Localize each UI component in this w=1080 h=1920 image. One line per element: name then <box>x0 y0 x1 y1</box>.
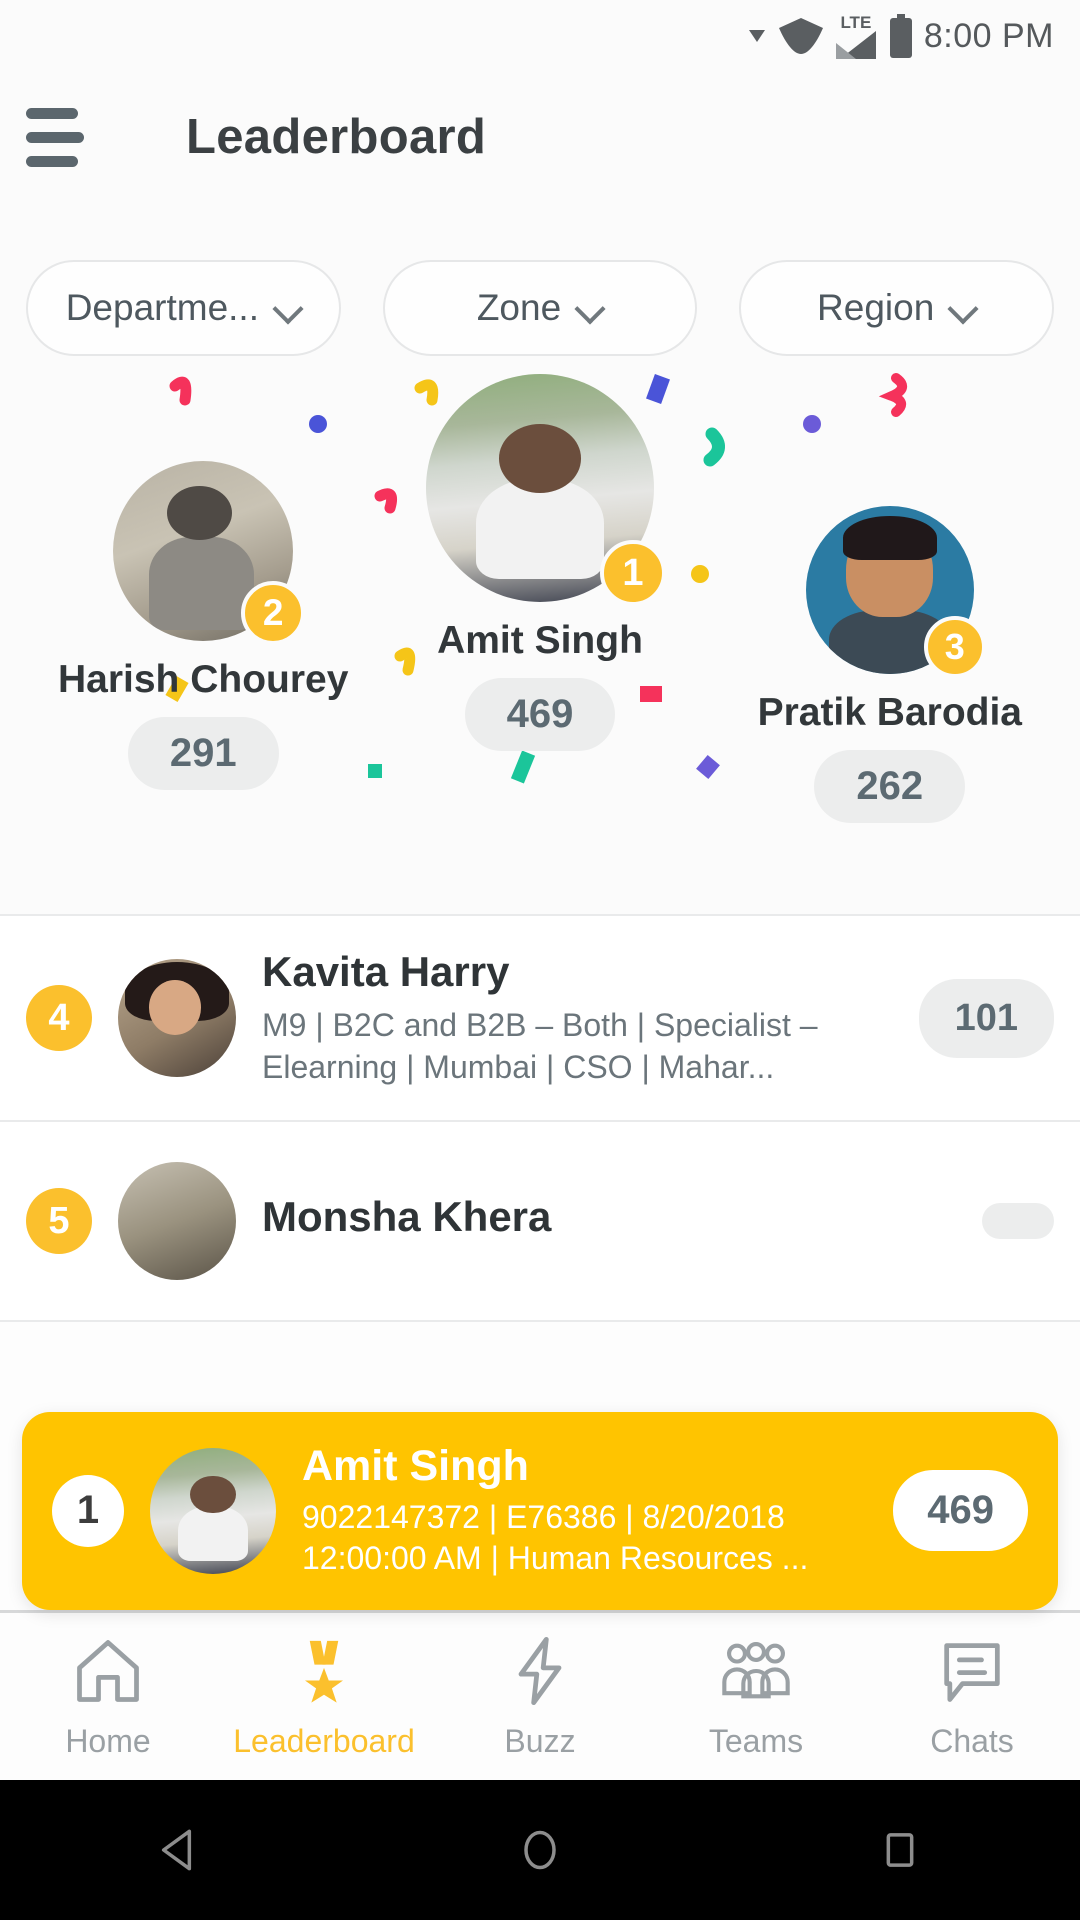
row-body: Kavita Harry M9 | B2C and B2B – Both | S… <box>262 948 893 1088</box>
filter-region-label: Region <box>817 287 935 328</box>
row-score <box>982 1203 1054 1240</box>
rank-badge: 1 <box>52 1474 124 1547</box>
podium-name: Pratik Barodia <box>757 691 1022 734</box>
filter-department[interactable]: Departme... <box>26 260 341 356</box>
rank-badge: 3 <box>923 616 986 678</box>
podium-third-place[interactable]: 3 Pratik Barodia 262 <box>757 506 1022 824</box>
card-meta: 9022147372 | E76386 | 8/20/2018 12:00:00… <box>302 1498 809 1577</box>
hamburger-menu-icon[interactable] <box>26 102 88 173</box>
podium-name: Amit Singh <box>437 619 643 662</box>
bottom-navigation: Home Leaderboard Buzz Teams Chats <box>0 1610 1080 1780</box>
system-navigation-bar <box>0 1780 1080 1920</box>
row-score: 101 <box>918 978 1054 1058</box>
dropdown-arrow-icon <box>746 25 768 47</box>
rank-badge: 2 <box>241 581 306 645</box>
signal-icon: LTE <box>834 13 878 60</box>
podium-score: 291 <box>127 717 279 791</box>
chevron-down-icon <box>577 295 603 321</box>
chevron-down-icon <box>950 295 976 321</box>
avatar-wrap: 3 <box>805 506 986 678</box>
medal-icon <box>305 1640 343 1703</box>
nav-item-buzz[interactable]: Buzz <box>432 1633 648 1760</box>
rank-badge: 5 <box>26 1188 92 1255</box>
podium-section: 2 Harish Chourey 291 1 Amit Singh 469 3 … <box>0 356 1080 916</box>
system-home-button[interactable] <box>440 1822 640 1878</box>
row-body: Monsha Khera <box>262 1193 956 1249</box>
avatar-wrap: 1 <box>426 374 666 606</box>
nav-label: Home <box>65 1723 151 1759</box>
filter-department-label: Departme... <box>65 287 259 328</box>
nav-item-home[interactable]: Home <box>0 1633 216 1760</box>
battery-icon <box>888 14 914 58</box>
app-screen: LTE 8:00 PM Leaderboard Departme... Zone… <box>0 0 1080 1920</box>
current-user-card[interactable]: 1 Amit Singh 9022147372 | E76386 | 8/20/… <box>22 1411 1058 1610</box>
status-bar: LTE 8:00 PM <box>0 0 1080 72</box>
avatar <box>118 1162 236 1281</box>
nav-item-teams[interactable]: Teams <box>648 1633 864 1760</box>
nav-label: Leaderboard <box>233 1723 415 1759</box>
row-name: Monsha Khera <box>262 1193 552 1241</box>
chat-bubble-icon <box>944 1643 1000 1702</box>
chevron-down-icon <box>275 295 301 321</box>
nav-label: Buzz <box>504 1723 576 1759</box>
back-triangle-icon <box>161 1829 192 1871</box>
filter-bar: Departme... Zone Region <box>0 202 1080 356</box>
rank-badge: 1 <box>600 540 666 606</box>
app-bar: Leaderboard <box>0 72 1080 202</box>
avatar-wrap: 2 <box>113 461 306 645</box>
home-circle-icon <box>524 1830 556 1870</box>
filter-region[interactable]: Region <box>739 260 1055 356</box>
nav-label: Teams <box>708 1723 804 1759</box>
card-score: 469 <box>893 1470 1028 1552</box>
card-body: Amit Singh 9022147372 | E76386 | 8/20/20… <box>302 1442 867 1580</box>
row-meta: M9 | B2C and B2B – Both | Specialist – E… <box>262 1007 818 1086</box>
wifi-icon <box>778 16 824 56</box>
nav-item-leaderboard[interactable]: Leaderboard <box>216 1633 432 1760</box>
home-icon <box>77 1640 139 1702</box>
nav-item-chats[interactable]: Chats <box>864 1633 1080 1760</box>
podium-score: 469 <box>464 678 616 752</box>
avatar <box>118 959 236 1078</box>
podium-name: Harish Chourey <box>58 658 349 701</box>
system-recents-button[interactable] <box>800 1822 1000 1878</box>
filter-zone-label: Zone <box>476 287 562 328</box>
lightning-icon <box>518 1636 562 1706</box>
people-group-icon <box>722 1642 790 1699</box>
table-row[interactable]: 5 Monsha Khera <box>0 1122 1080 1323</box>
nav-label: Chats <box>930 1723 1014 1759</box>
system-back-button[interactable] <box>80 1822 280 1878</box>
recents-square-icon <box>886 1833 914 1867</box>
leaderboard-list: 4 Kavita Harry M9 | B2C and B2B – Both |… <box>0 916 1080 1323</box>
filter-zone[interactable]: Zone <box>382 260 698 356</box>
avatar <box>150 1447 276 1574</box>
podium-first-place[interactable]: 1 Amit Singh 469 <box>426 374 666 752</box>
podium-score: 262 <box>814 750 966 824</box>
podium-second-place[interactable]: 2 Harish Chourey 291 <box>58 461 349 791</box>
table-row[interactable]: 4 Kavita Harry M9 | B2C and B2B – Both |… <box>0 916 1080 1123</box>
rank-badge: 4 <box>26 985 92 1052</box>
page-title: Leaderboard <box>186 110 487 164</box>
card-name: Amit Singh <box>302 1441 529 1490</box>
status-bar-time: 8:00 PM <box>923 16 1054 55</box>
row-name: Kavita Harry <box>262 948 510 995</box>
